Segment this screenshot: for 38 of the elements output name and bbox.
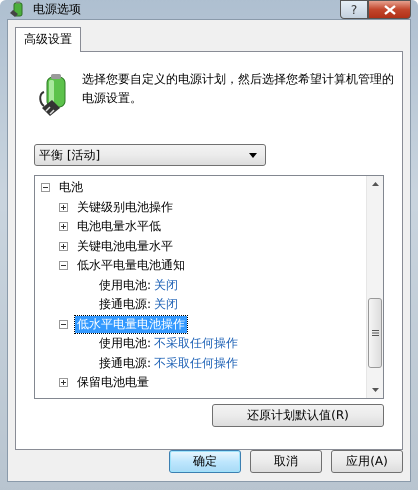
- expander-icon[interactable]: [59, 242, 68, 251]
- tree-item[interactable]: 电池电量水平低: [75, 218, 163, 236]
- dialog-button[interactable]: 确定: [169, 450, 241, 473]
- setting-label: 使用电池:: [99, 335, 152, 352]
- expander-icon[interactable]: [59, 202, 68, 212]
- help-button[interactable]: ?: [340, 0, 368, 19]
- setting-label: 使用电池:: [99, 276, 152, 294]
- grip-icon: [372, 330, 378, 336]
- window-title: 电源选项: [33, 1, 81, 18]
- tree-item[interactable]: 关键电池电量水平: [75, 238, 175, 255]
- expander-icon[interactable]: [59, 261, 68, 270]
- description-text: 选择您要自定义的电源计划，然后选择您希望计算机管理的电源设置。: [82, 71, 394, 107]
- dialog-button[interactable]: 取消: [250, 450, 322, 473]
- tree-item[interactable]: 保留电池电量: [75, 374, 151, 392]
- scrollbar[interactable]: [366, 176, 383, 398]
- close-icon: [384, 4, 396, 14]
- expander-icon[interactable]: [59, 222, 68, 232]
- setting-value[interactable]: 不采取任何操作: [154, 335, 238, 352]
- expander-icon[interactable]: [59, 378, 68, 388]
- scroll-down-icon: [372, 388, 378, 392]
- dropdown-arrow-icon: [249, 152, 257, 158]
- setting-label: 接通电源:: [99, 354, 152, 372]
- tree-item[interactable]: 关键级别电池操作: [75, 198, 175, 216]
- tree-item[interactable]: 低水平电量电池通知: [75, 257, 187, 274]
- plan-dropdown[interactable]: 平衡 [活动]: [34, 144, 266, 166]
- scroll-up-icon: [372, 182, 378, 186]
- expander-icon[interactable]: [41, 183, 50, 192]
- expander-icon[interactable]: [59, 320, 68, 329]
- tab[interactable]: 高级设置: [15, 27, 81, 52]
- scroll-thumb[interactable]: [368, 298, 382, 368]
- restore-defaults-button[interactable]: 还原计划默认值(R): [212, 404, 384, 427]
- setting-value[interactable]: 关闭: [154, 276, 178, 294]
- tree-item[interactable]: 电池: [57, 179, 85, 196]
- setting-value[interactable]: 关闭: [154, 296, 178, 314]
- dialog-button[interactable]: 应用(A): [331, 450, 403, 473]
- setting-value[interactable]: 不采取任何操作: [154, 354, 238, 372]
- setting-label: 接通电源:: [99, 296, 152, 314]
- close-button[interactable]: [368, 0, 411, 19]
